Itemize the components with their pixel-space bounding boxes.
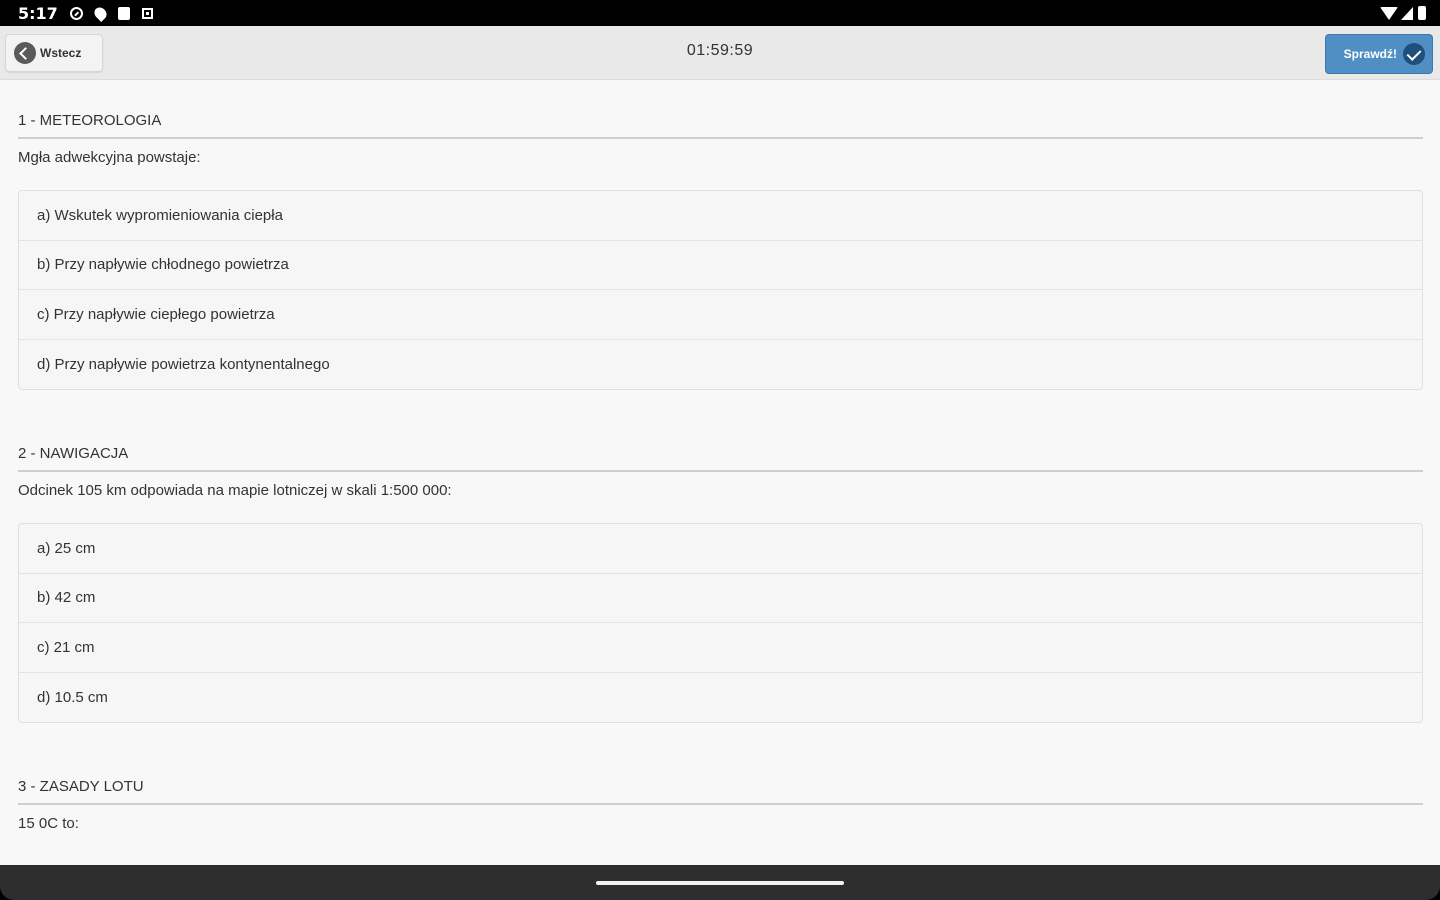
app-toolbar: Wstecz 01:59:59 Sprawdź! [0,26,1440,80]
question-header: 3 - ZASADY LOTU [18,778,1423,805]
question-text: 15 0C to: [18,815,79,832]
check-button-label: Sprawdź! [1343,47,1397,61]
question-block: 2 - NAWIGACJA Odcinek 105 km odpowiada n… [18,445,1423,723]
answer-option[interactable]: a) Wskutek wypromieniowania ciepła [19,191,1422,241]
quiz-content[interactable]: 1 - METEOROLOGIA Mgła adwekcyjna powstaj… [0,80,1440,865]
timer: 01:59:59 [686,42,754,59]
status-bar: 5:17 [0,0,1440,26]
answer-option[interactable]: d) Przy napływie powietrza kontynentalne… [19,340,1422,390]
shield-icon [69,6,83,20]
answer-option[interactable]: c) 21 cm [19,623,1422,673]
answer-option[interactable]: d) 10.5 cm [19,673,1422,723]
question-block: 3 - ZASADY LOTU 15 0C to: [18,778,1423,835]
status-left: 5:17 [18,4,153,23]
home-gesture-handle[interactable] [596,881,844,885]
battery-icon [1418,6,1426,20]
question-header: 2 - NAWIGACJA [18,445,1423,472]
answer-option[interactable]: a) 25 cm [19,524,1422,574]
signal-icon [1401,6,1413,20]
answer-option[interactable]: c) Przy napływie ciepłego powietrza [19,290,1422,340]
checkmark-icon [1403,43,1425,65]
question-header: 1 - METEOROLOGIA [18,112,1423,139]
question-text: Mgła adwekcyjna powstaje: [18,149,201,166]
answer-option[interactable]: b) 42 cm [19,574,1422,623]
check-button[interactable]: Sprawdź! [1325,34,1433,74]
navigation-bar [0,865,1440,900]
square-icon [141,7,153,19]
status-right [1380,6,1426,20]
sim-card-icon [117,6,130,20]
location-icon [91,4,109,22]
question-block: 1 - METEOROLOGIA Mgła adwekcyjna powstaj… [18,112,1423,390]
answer-option[interactable]: b) Przy napływie chłodnego powietrza [19,241,1422,290]
answer-list: a) Wskutek wypromieniowania ciepła b) Pr… [18,190,1423,390]
question-text: Odcinek 105 km odpowiada na mapie lotnic… [18,482,452,499]
answer-list: a) 25 cm b) 42 cm c) 21 cm d) 10.5 cm [18,523,1423,723]
wifi-icon [1380,6,1398,20]
status-time: 5:17 [18,3,58,23]
